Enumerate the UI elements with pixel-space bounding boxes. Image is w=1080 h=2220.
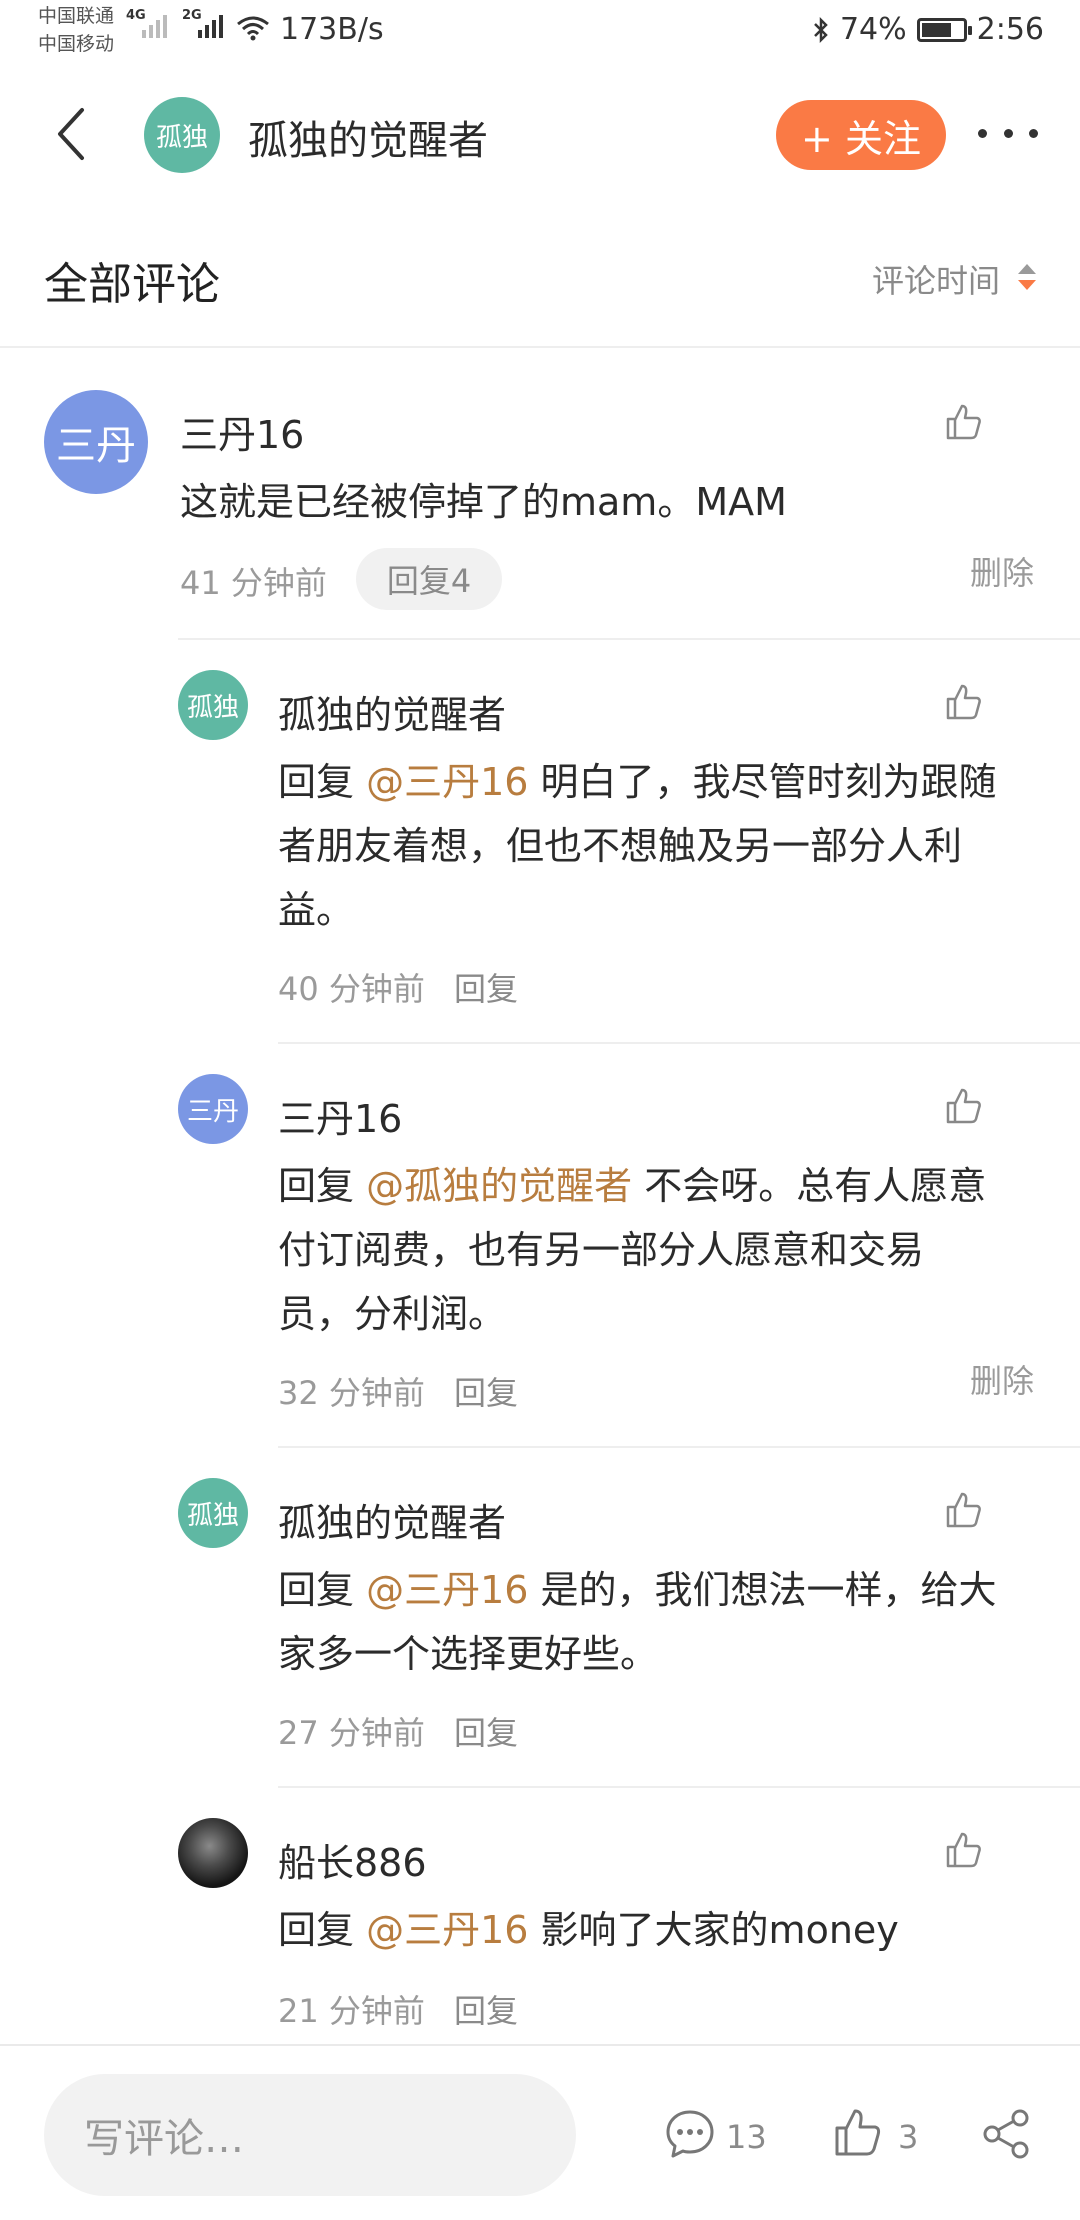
avatar[interactable] bbox=[178, 1818, 248, 1888]
section-title: 全部评论 bbox=[44, 259, 220, 310]
signal-icon-2 bbox=[198, 14, 228, 38]
comment-bubble-icon[interactable] bbox=[664, 2108, 716, 2160]
thumbs-up-icon[interactable] bbox=[944, 402, 984, 442]
avatar[interactable]: 三丹 bbox=[44, 390, 148, 494]
reply-divider bbox=[278, 1446, 1080, 1448]
reply-line: 是的，我们想法一样，给大 bbox=[528, 1568, 997, 1612]
reply-line: 益。 bbox=[278, 888, 355, 932]
reply-author[interactable]: 船长886 bbox=[278, 1832, 427, 1887]
status-bar: 中国联通 中国移动 4G 2G 173B/s 74% 2:56 bbox=[0, 0, 1080, 64]
reply-prefix: 回复 bbox=[278, 760, 355, 804]
reply-time: 32 分钟前 bbox=[278, 1374, 425, 1412]
bottom-bar: 写评论… 13 3 bbox=[0, 2044, 1080, 2220]
sort-arrows-icon[interactable] bbox=[1016, 262, 1038, 292]
reply-prefix: 回复 bbox=[278, 1568, 355, 1612]
reply-button[interactable]: 回复 bbox=[454, 1986, 518, 2032]
like-count: 3 bbox=[898, 2118, 919, 2156]
reply-prefix: 回复 bbox=[278, 1164, 355, 1208]
reply-author[interactable]: 三丹16 bbox=[278, 1088, 402, 1143]
thumbs-up-icon[interactable] bbox=[944, 1830, 984, 1870]
reply-button[interactable]: 回复 bbox=[454, 964, 518, 1010]
reply-line: 明白了，我尽管时刻为跟随 bbox=[528, 760, 997, 804]
back-arrow-icon[interactable] bbox=[52, 104, 92, 164]
battery-icon bbox=[916, 17, 972, 42]
thumbs-up-icon[interactable] bbox=[944, 1490, 984, 1530]
reply-count-button[interactable]: 回复4 bbox=[356, 548, 502, 610]
reply-time: 40 分钟前 bbox=[278, 970, 425, 1008]
reply-text: 回复 @孤独的觉醒者 不会呀。总有人愿意 付订阅费，也有另一部分人愿意和交易 员… bbox=[278, 1154, 986, 1346]
clock: 2:56 bbox=[976, 12, 1044, 47]
sort-button[interactable]: 评论时间 bbox=[872, 256, 1000, 302]
comment-author[interactable]: 三丹16 bbox=[180, 404, 304, 459]
reply-line: 不会呀。总有人愿意 bbox=[632, 1164, 987, 1208]
reply-button[interactable]: 回复 bbox=[454, 1708, 518, 1754]
reply-text: 回复 @三丹16 明白了，我尽管时刻为跟随 者朋友着想，但也不想触及另一部分人利… bbox=[278, 750, 997, 942]
network-speed: 173B/s bbox=[280, 12, 384, 47]
follow-button[interactable]: + 关注 bbox=[776, 100, 946, 170]
reply-prefix: 回复 bbox=[278, 1908, 355, 1952]
carrier-2: 中国移动 bbox=[38, 33, 115, 55]
delete-button[interactable]: 删除 bbox=[970, 1356, 1034, 1402]
mention-link[interactable]: @孤独的觉醒者 bbox=[366, 1164, 632, 1208]
signal-icon-1 bbox=[142, 14, 172, 38]
avatar[interactable]: 孤独 bbox=[178, 670, 248, 740]
comment-text: 这就是已经被停掉了的mam。MAM bbox=[180, 480, 787, 524]
reply-text: 回复 @三丹16 是的，我们想法一样，给大 家多一个选择更好些。 bbox=[278, 1558, 997, 1686]
reply-divider bbox=[278, 1786, 1080, 1788]
thumbs-up-icon[interactable] bbox=[944, 1086, 984, 1126]
wifi-icon bbox=[237, 16, 269, 41]
reply-author[interactable]: 孤独的觉醒者 bbox=[278, 684, 506, 739]
reply-author[interactable]: 孤独的觉醒者 bbox=[278, 1492, 506, 1547]
reply-line: 影响了大家的money bbox=[528, 1908, 899, 1952]
reply-divider bbox=[278, 1042, 1080, 1044]
battery-percent: 74% bbox=[839, 12, 907, 47]
bluetooth-icon bbox=[814, 16, 828, 43]
comment-count: 13 bbox=[726, 2118, 767, 2156]
comment-input[interactable]: 写评论… bbox=[44, 2074, 576, 2196]
share-icon[interactable] bbox=[980, 2108, 1032, 2160]
reply-line: 家多一个选择更好些。 bbox=[278, 1632, 659, 1676]
reply-line: 者朋友着想，但也不想触及另一部分人利 bbox=[278, 824, 963, 868]
mention-link[interactable]: @三丹16 bbox=[366, 1908, 528, 1952]
more-dots-icon[interactable] bbox=[978, 118, 1038, 148]
reply-time: 27 分钟前 bbox=[278, 1714, 425, 1752]
reply-time: 21 分钟前 bbox=[278, 1992, 425, 2030]
reply-line: 付订阅费，也有另一部分人愿意和交易 bbox=[278, 1228, 925, 1272]
status-right: 74% 2:56 bbox=[812, 12, 1044, 47]
thumbs-up-icon[interactable] bbox=[944, 682, 984, 722]
reply-text: 回复 @三丹16 影响了大家的money bbox=[278, 1898, 899, 1962]
avatar[interactable]: 三丹 bbox=[178, 1074, 248, 1144]
comment-time: 41 分钟前 bbox=[180, 564, 327, 602]
page-title: 孤独的觉醒者 bbox=[248, 118, 488, 164]
reply-button[interactable]: 回复 bbox=[454, 1368, 518, 1414]
reply-line: 员，分利润。 bbox=[278, 1292, 507, 1336]
thumbs-up-icon[interactable] bbox=[832, 2106, 884, 2158]
mention-link[interactable]: @三丹16 bbox=[366, 1568, 528, 1612]
delete-button[interactable]: 删除 bbox=[970, 548, 1034, 594]
mention-link[interactable]: @三丹16 bbox=[366, 760, 528, 804]
header-avatar[interactable]: 孤独 bbox=[144, 97, 220, 173]
section-divider bbox=[0, 346, 1080, 348]
avatar[interactable]: 孤独 bbox=[178, 1478, 248, 1548]
carrier-1: 中国联通 bbox=[38, 5, 115, 27]
reply-divider bbox=[178, 638, 1080, 640]
